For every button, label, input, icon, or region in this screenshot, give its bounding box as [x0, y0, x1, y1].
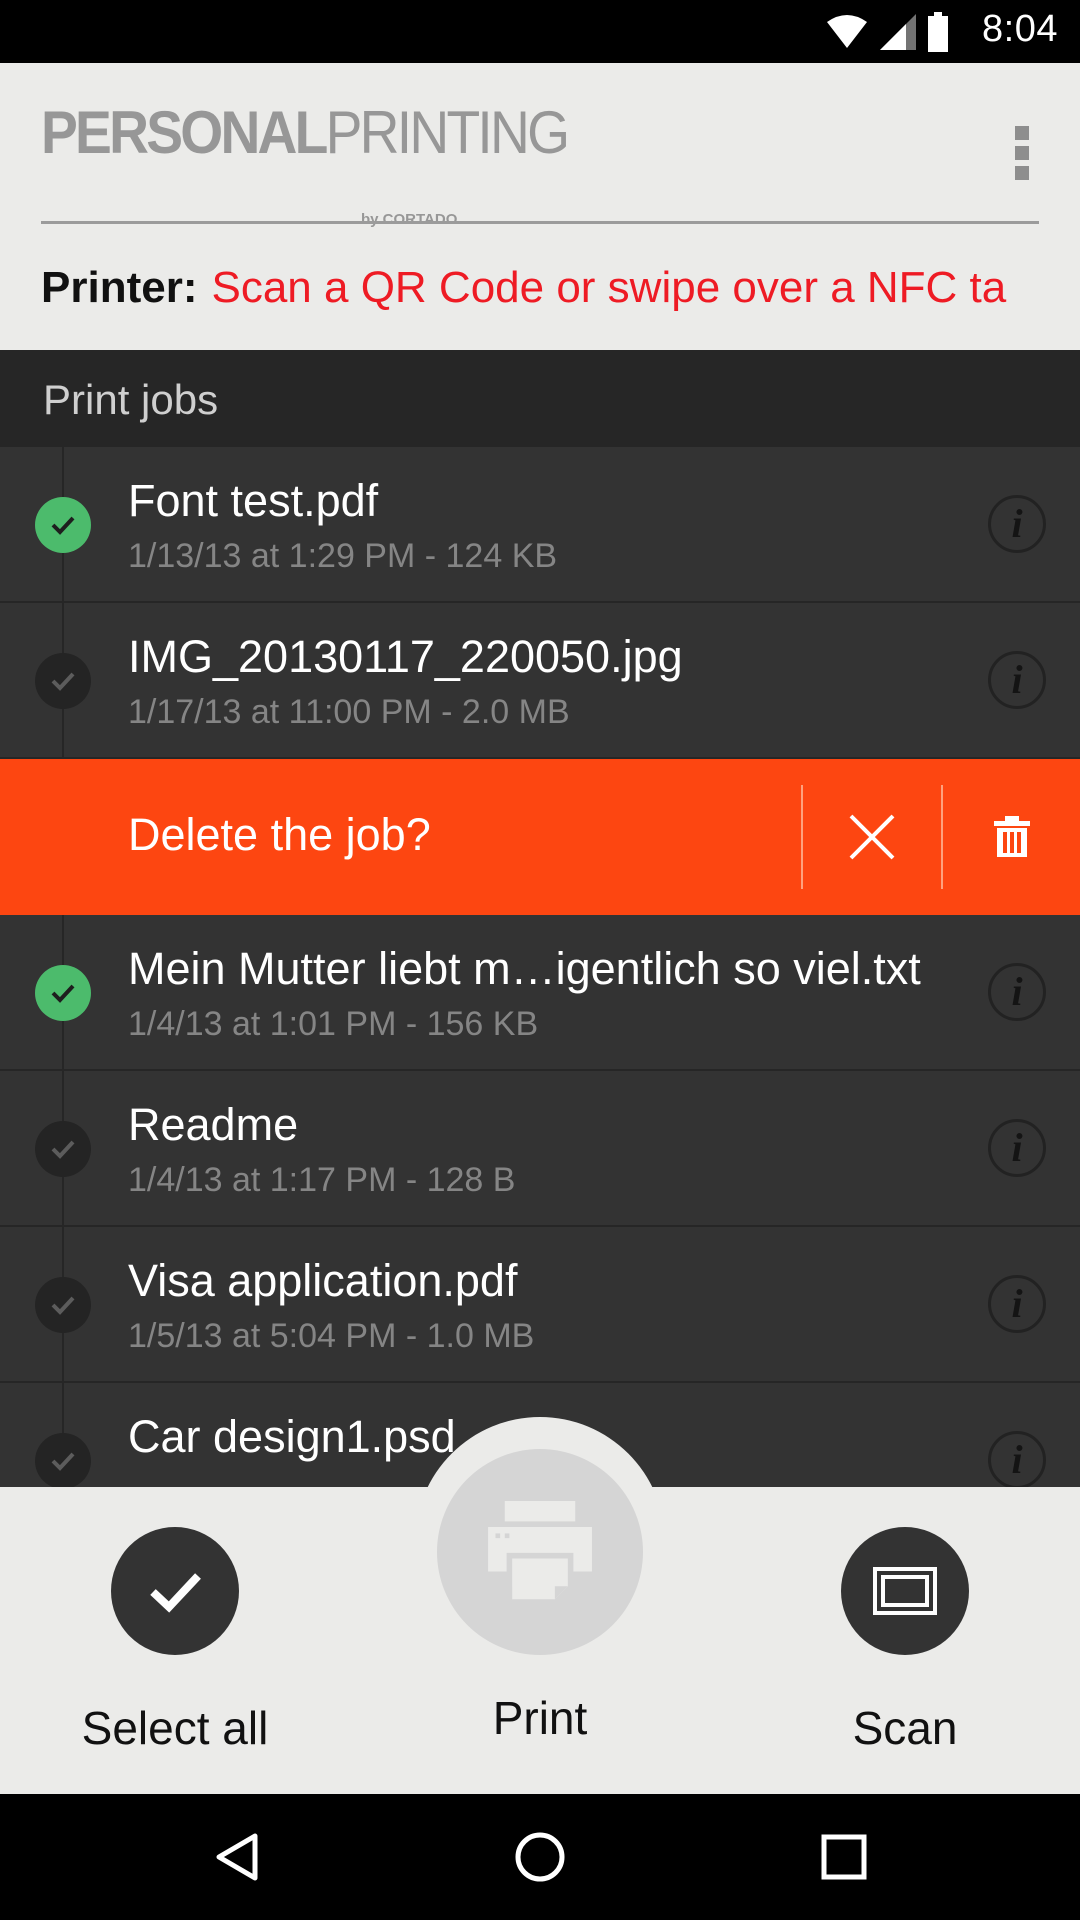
confirm-delete-button[interactable] — [944, 759, 1080, 915]
close-icon — [849, 814, 895, 860]
info-icon[interactable]: i — [988, 495, 1046, 553]
list-item[interactable]: IMG_20130117_220050.jpg 1/17/13 at 11:00… — [0, 603, 1080, 759]
app-logo: PERSONALPRINTING by CORTADO — [41, 103, 570, 253]
logo-title-light: PRINTING — [325, 99, 570, 166]
back-button[interactable] — [206, 1827, 266, 1887]
printer-label: Printer: — [41, 263, 198, 312]
info-icon[interactable]: i — [988, 1431, 1046, 1487]
check-icon — [35, 1433, 91, 1487]
check-icon — [35, 1121, 91, 1177]
scan-circle[interactable] — [841, 1527, 969, 1655]
list-item[interactable]: Readme 1/4/13 at 1:17 PM - 128 B i — [0, 1071, 1080, 1227]
job-meta: 1/17/13 at 11:00 PM - 2.0 MB — [128, 693, 570, 731]
print-circle[interactable] — [437, 1449, 643, 1655]
job-meta: 1/13/13 at 1:29 PM - 124 KB — [128, 537, 558, 575]
scan-button[interactable]: Scan — [780, 1527, 1030, 1755]
info-icon[interactable]: i — [988, 651, 1046, 709]
printer-icon — [488, 1501, 592, 1600]
logo-title: PERSONALPRINTING — [41, 103, 570, 163]
job-name: Font test.pdf — [128, 475, 379, 526]
printer-row[interactable]: Printer: Scan a QR Code or swipe over a N… — [41, 263, 1041, 323]
scan-icon — [873, 1567, 937, 1615]
app-header: PERSONALPRINTING by CORTADO Printer: Scan… — [0, 63, 1080, 350]
printer-value[interactable]: Scan a QR Code or swipe over a NFC ta — [211, 263, 1006, 312]
divider — [941, 785, 943, 889]
scan-label: Scan — [852, 1702, 958, 1754]
section-title: Print jobs — [43, 376, 219, 423]
trash-icon — [994, 816, 1030, 857]
recents-button[interactable] — [814, 1827, 874, 1887]
status-icons — [821, 12, 950, 52]
system-nav-bar — [0, 1794, 1080, 1920]
select-all-button[interactable]: Select all — [50, 1527, 300, 1755]
select-all-circle[interactable] — [111, 1527, 239, 1655]
info-icon[interactable]: i — [988, 1119, 1046, 1177]
status-time: 8:04 — [982, 8, 1058, 50]
logo-subtitle: by CORTADO — [361, 211, 458, 228]
status-bar: 8:04 — [0, 0, 1080, 63]
job-meta: 1/4/13 at 1:01 PM - 156 KB — [128, 1005, 539, 1043]
recents-icon — [821, 1834, 867, 1880]
cell-signal-icon — [879, 14, 916, 50]
overflow-menu-icon[interactable] — [1002, 118, 1042, 188]
job-name: Car design1.psd — [128, 1411, 456, 1462]
list-item[interactable]: Mein Mutter liebt m…igentlich so viel.tx… — [0, 915, 1080, 1071]
job-meta: 1/5/13 at 5:04 PM - 1.0 MB — [128, 1317, 535, 1355]
job-name: Readme — [128, 1099, 299, 1150]
job-list[interactable]: Font test.pdf 1/13/13 at 1:29 PM - 124 K… — [0, 447, 1080, 1487]
select-all-label: Select all — [81, 1702, 269, 1754]
back-icon — [216, 1833, 258, 1881]
job-name: Mein Mutter liebt m…igentlich so viel.tx… — [128, 943, 921, 994]
delete-confirm-text: Delete the job? — [128, 809, 431, 860]
info-icon[interactable]: i — [988, 1275, 1046, 1333]
list-item[interactable]: Font test.pdf 1/13/13 at 1:29 PM - 124 K… — [0, 447, 1080, 603]
list-item[interactable]: Visa application.pdf 1/5/13 at 5:04 PM -… — [0, 1227, 1080, 1383]
home-button[interactable] — [510, 1827, 570, 1887]
job-name: IMG_20130117_220050.jpg — [128, 631, 683, 682]
check-icon — [150, 1573, 201, 1613]
check-icon — [35, 497, 91, 553]
check-icon — [35, 965, 91, 1021]
print-jobs-header: Print jobs — [0, 350, 1080, 447]
print-button[interactable]: Print — [415, 1449, 665, 1745]
job-name: Visa application.pdf — [128, 1255, 518, 1306]
check-icon — [35, 1277, 91, 1333]
logo-title-bold: PERSONAL — [41, 99, 328, 166]
info-icon[interactable]: i — [988, 963, 1046, 1021]
header-divider — [41, 221, 1039, 224]
cancel-delete-button[interactable] — [803, 759, 941, 915]
battery-icon — [928, 12, 948, 52]
check-icon — [35, 653, 91, 709]
wifi-icon — [827, 15, 868, 48]
delete-confirm-row: Delete the job? — [0, 759, 1080, 915]
job-meta: 1/4/13 at 1:17 PM - 128 B — [128, 1161, 516, 1199]
print-label: Print — [492, 1692, 588, 1744]
home-icon — [515, 1832, 565, 1882]
